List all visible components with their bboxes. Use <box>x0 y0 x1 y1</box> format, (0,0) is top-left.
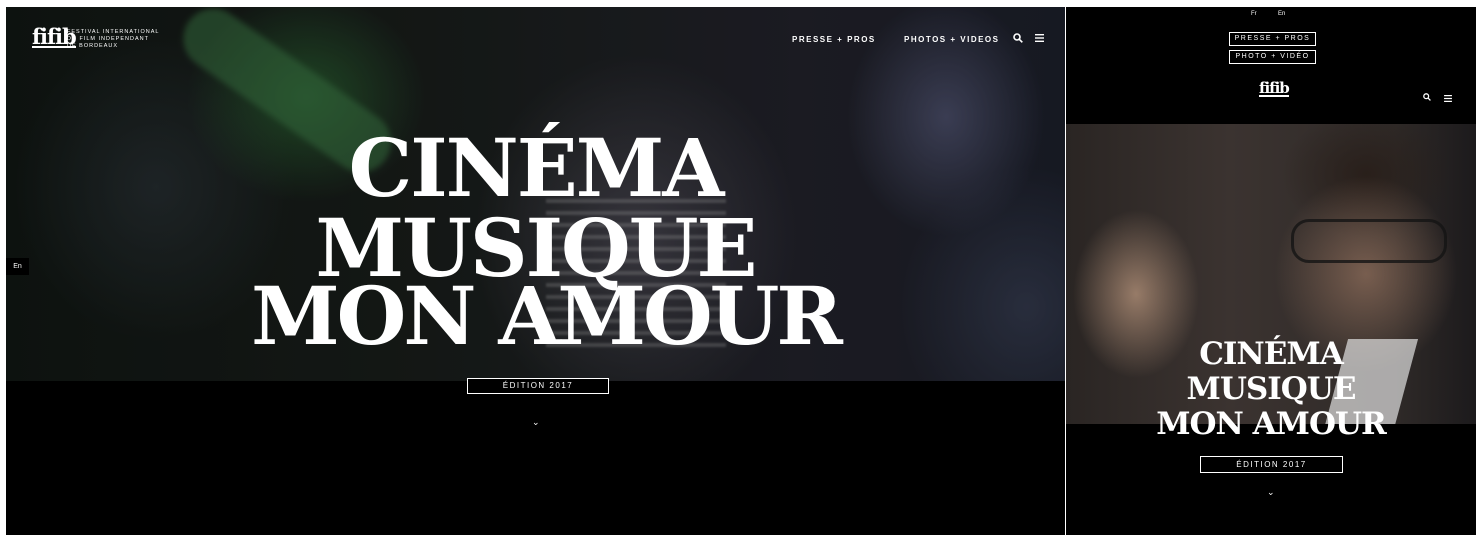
language-en-link[interactable]: En <box>1278 11 1285 17</box>
mobile-hero-title-line-3: MON AMOUR <box>1156 406 1387 442</box>
chevron-down-icon[interactable]: ⌄ <box>532 417 540 428</box>
menu-icon[interactable] <box>1444 94 1452 105</box>
hero-title-line-3: MON AMOUR <box>251 269 843 363</box>
search-icon[interactable] <box>1013 33 1023 46</box>
glasses-photo-detail <box>1291 219 1447 263</box>
hero-title-line-1: CINÉMA <box>348 121 725 215</box>
logo-tagline-line-3: DE BORDEAUX <box>67 43 119 49</box>
nav-press-link[interactable]: PRESSE + PROS <box>792 35 876 44</box>
logo-tagline-line-1: FESTIVAL INTERNATIONAL <box>67 29 160 35</box>
mobile-hero-title-line-2: MUSIQUE <box>1186 371 1357 407</box>
mobile-photo-video-button[interactable]: PHOTO + VIDÉO <box>1229 50 1316 64</box>
mobile-view: Fr En PRESSE + PROS PHOTO + VIDÉO fifib … <box>1066 7 1476 535</box>
mobile-fifib-logo[interactable]: fifib <box>1259 81 1290 97</box>
search-icon[interactable] <box>1423 93 1431 104</box>
nav-photos-videos-link[interactable]: PHOTOS + VIDEOS <box>904 35 999 44</box>
logo-tagline-line-2: DU FILM INDEPENDANT <box>67 36 149 42</box>
desktop-view: fifib FESTIVAL INTERNATIONAL DU FILM IND… <box>6 7 1065 535</box>
logo-tagline: FESTIVAL INTERNATIONAL DU FILM INDEPENDA… <box>67 29 160 50</box>
language-fr-link[interactable]: Fr <box>1251 11 1257 17</box>
mobile-hero-title-line-1: CINÉMA <box>1199 336 1344 372</box>
chevron-down-icon[interactable]: ⌄ <box>1267 487 1275 498</box>
mobile-edition-2017-button[interactable]: ÉDITION 2017 <box>1200 456 1343 473</box>
menu-icon[interactable] <box>1035 34 1044 45</box>
mobile-press-button[interactable]: PRESSE + PROS <box>1229 32 1316 46</box>
edition-2017-button[interactable]: ÉDITION 2017 <box>467 378 609 394</box>
